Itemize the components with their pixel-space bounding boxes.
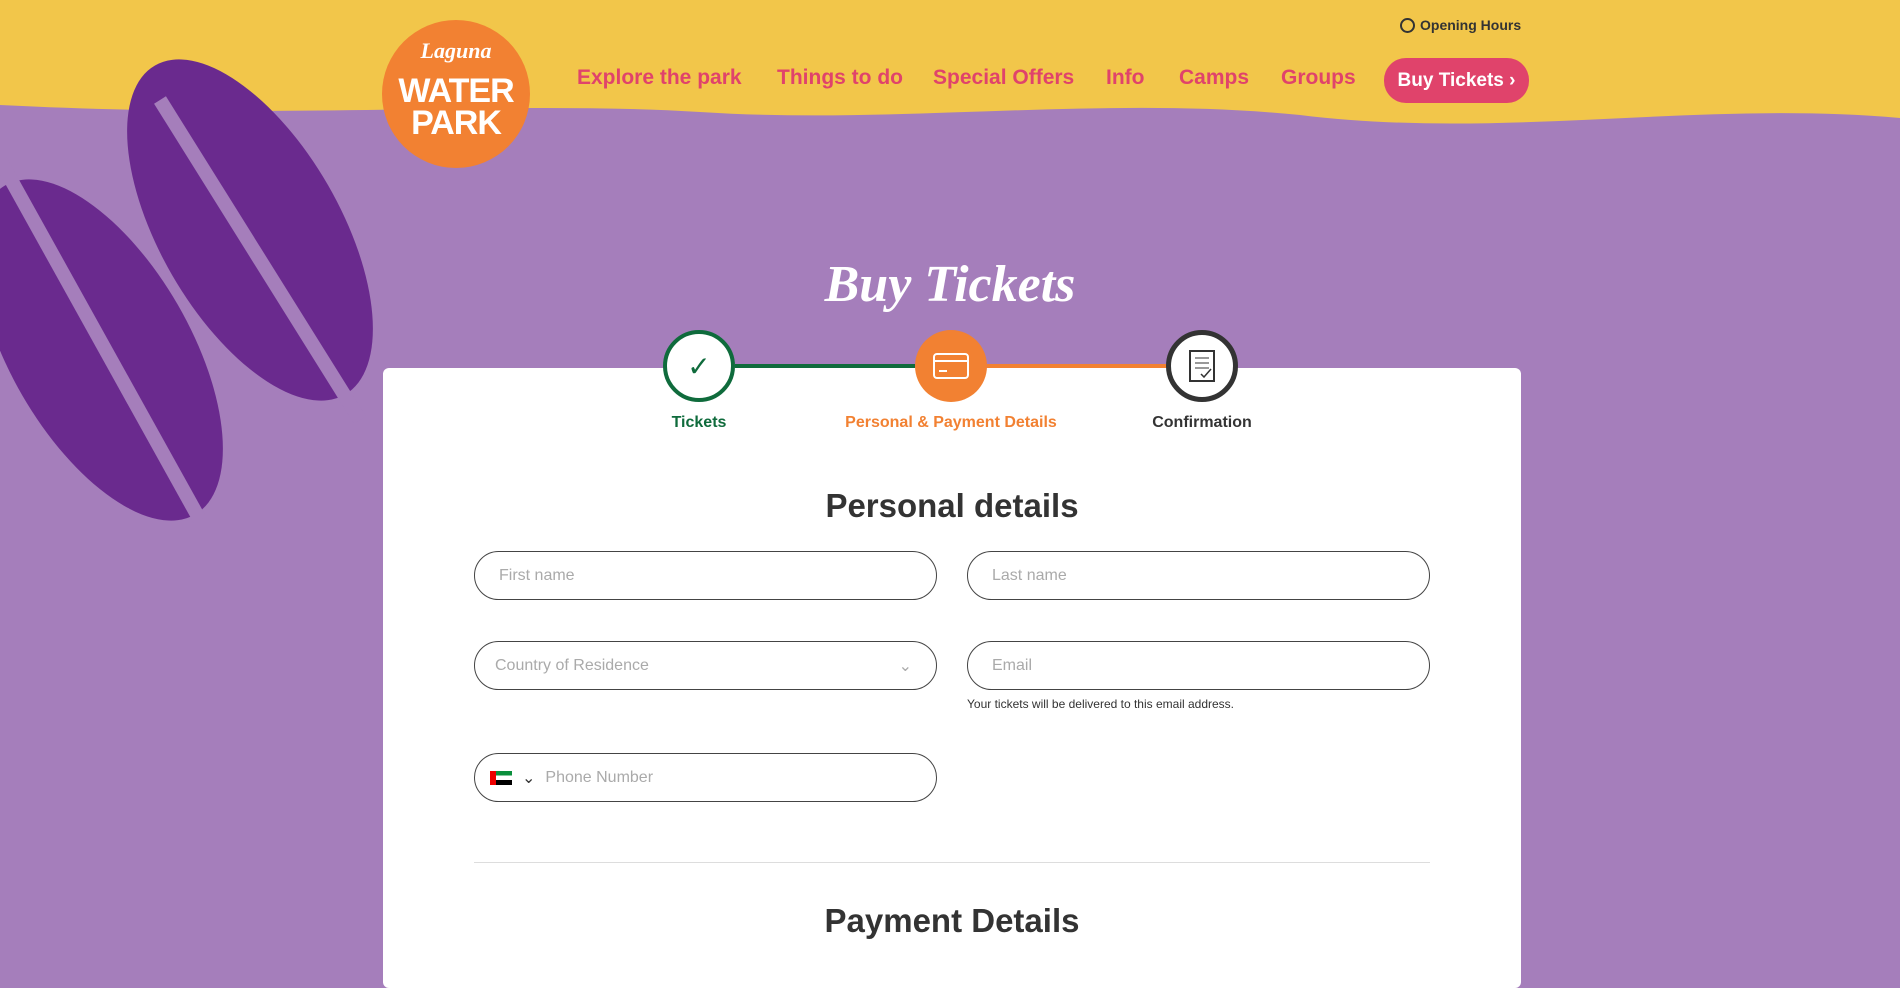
credit-card-icon bbox=[915, 330, 987, 402]
progress-line-active bbox=[987, 364, 1167, 368]
section-divider bbox=[474, 862, 1430, 863]
nav-explore[interactable]: Explore the park bbox=[577, 66, 742, 90]
email-input[interactable]: Email bbox=[967, 641, 1430, 690]
opening-hours-link[interactable]: Opening Hours bbox=[1400, 17, 1521, 33]
nav-things-to-do[interactable]: Things to do bbox=[777, 66, 903, 90]
country-select[interactable]: Country of Residence ⌄ bbox=[474, 641, 937, 690]
logo[interactable]: Laguna WATER PARK bbox=[382, 20, 530, 168]
payment-details-heading: Payment Details bbox=[824, 902, 1080, 939]
buy-tickets-button[interactable]: Buy Tickets › bbox=[1384, 58, 1529, 103]
step-confirmation: Confirmation bbox=[1152, 414, 1252, 431]
personal-details-heading: Personal details bbox=[825, 487, 1079, 524]
clock-icon bbox=[1400, 17, 1415, 33]
check-icon: ✓ bbox=[663, 330, 735, 402]
chevron-down-icon: ⌄ bbox=[898, 657, 912, 675]
nav-groups[interactable]: Groups bbox=[1281, 66, 1356, 90]
first-name-input[interactable]: First name bbox=[474, 551, 937, 600]
email-help-text: Your tickets will be delivered to this e… bbox=[967, 697, 1235, 711]
page-title: Buy Tickets bbox=[824, 256, 1076, 313]
phone-input[interactable]: ⌄ Phone Number bbox=[474, 753, 937, 802]
last-name-input[interactable]: Last name bbox=[967, 551, 1430, 600]
document-check-icon bbox=[1166, 330, 1238, 402]
progress-line-done bbox=[735, 364, 915, 368]
chevron-down-icon[interactable]: ⌄ bbox=[522, 768, 535, 788]
uae-flag-icon[interactable] bbox=[490, 770, 512, 785]
nav-camps[interactable]: Camps bbox=[1179, 66, 1249, 90]
nav-special-offers[interactable]: Special Offers bbox=[933, 66, 1074, 90]
nav-info[interactable]: Info bbox=[1106, 66, 1144, 90]
